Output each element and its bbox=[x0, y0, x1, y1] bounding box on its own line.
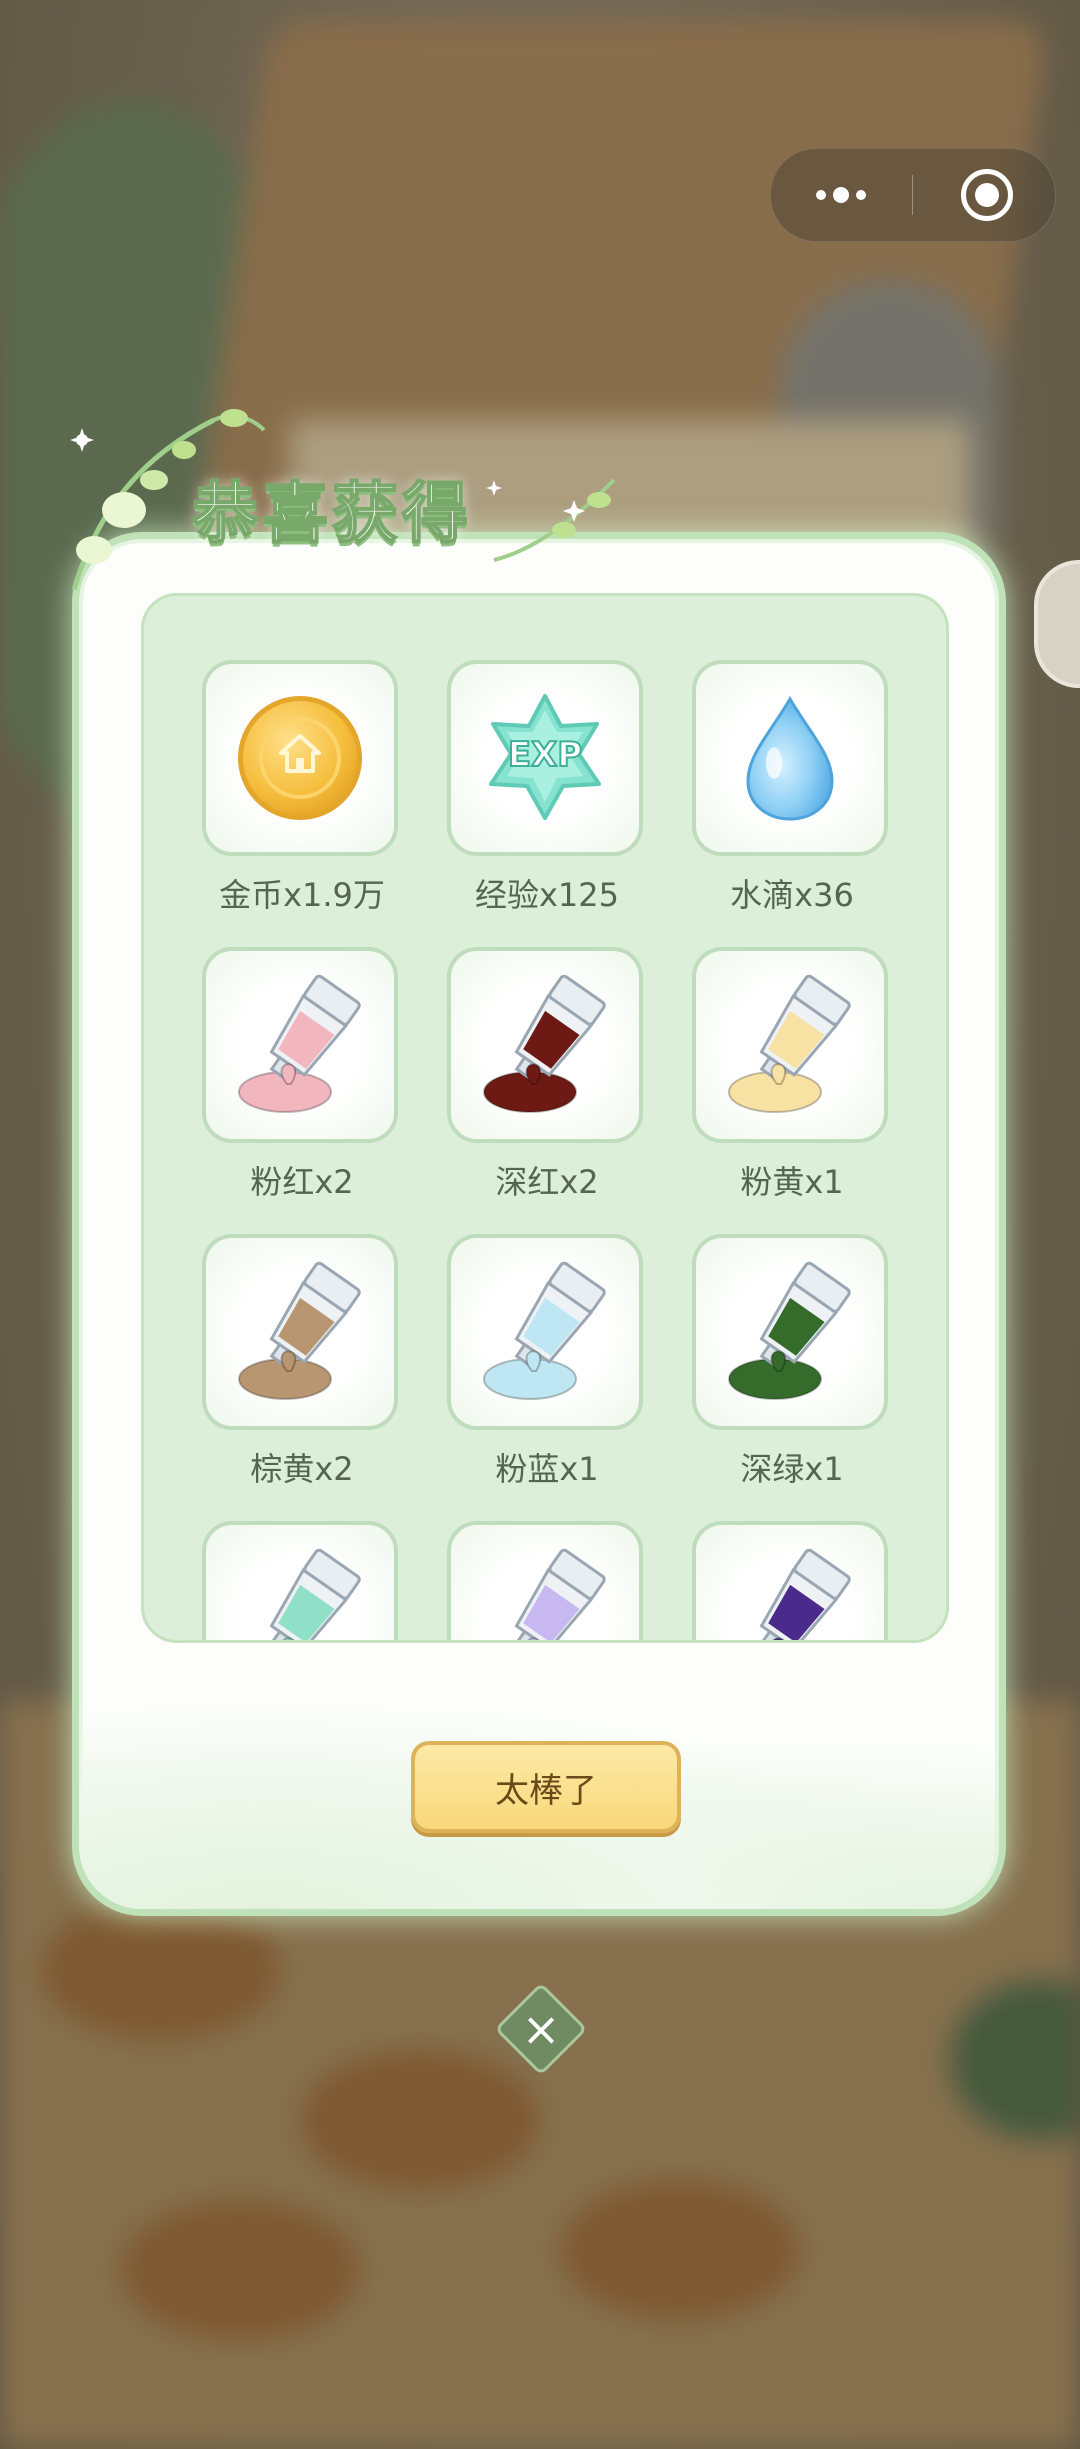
reward-label: 经验x125 bbox=[474, 876, 620, 914]
title-banner: 恭喜获得 bbox=[54, 400, 654, 600]
water-drop-icon bbox=[746, 696, 834, 821]
reward-item: 粉黄x1 bbox=[692, 947, 892, 1203]
exp-icon-text: EXP bbox=[508, 735, 582, 775]
paint-tube-icon bbox=[238, 974, 361, 1113]
reward-slot bbox=[202, 1234, 398, 1430]
reward-slot bbox=[202, 660, 398, 856]
reward-item bbox=[692, 1521, 892, 1640]
reward-label: 粉蓝x1 bbox=[495, 1450, 599, 1488]
reward-item: 深红x2 bbox=[447, 947, 647, 1203]
reward-item: 金币x1.9万 bbox=[202, 660, 402, 916]
reward-item: 棕黄x2 bbox=[202, 1234, 402, 1490]
reward-slot bbox=[692, 1234, 888, 1430]
reward-label: 水滴x36 bbox=[730, 876, 854, 914]
miniprogram-capsule bbox=[770, 148, 1056, 242]
more-menu-button[interactable] bbox=[771, 149, 911, 241]
reward-slot bbox=[202, 947, 398, 1143]
paint-tube-icon bbox=[514, 1548, 606, 1640]
reward-slot bbox=[447, 1234, 643, 1430]
exp-icon: EXP bbox=[489, 694, 601, 820]
more-dot-icon bbox=[833, 187, 849, 203]
reward-label: 深红x2 bbox=[495, 1163, 599, 1201]
paint-tube-icon bbox=[483, 1261, 606, 1400]
confirm-button[interactable]: 太棒了 bbox=[411, 1741, 681, 1833]
reward-item: 水滴x36 bbox=[692, 660, 892, 916]
reward-item bbox=[447, 1521, 647, 1640]
reward-item bbox=[202, 1521, 402, 1640]
reward-item: EXP 经验x125 bbox=[447, 660, 647, 916]
close-icon[interactable]: × bbox=[508, 1996, 574, 2062]
reward-slot bbox=[447, 947, 643, 1143]
reward-item: 粉蓝x1 bbox=[447, 1234, 647, 1490]
reward-slot: EXP bbox=[447, 660, 643, 856]
more-dot-icon bbox=[856, 190, 866, 200]
dialog-title: 恭喜获得 bbox=[191, 474, 472, 553]
reward-label: 金币x1.9万 bbox=[219, 876, 385, 914]
reward-list-panel[interactable]: 金币x1.9万 EXP 经验x125 水滴x36 粉红x2 深红x2 粉黄x1 棕黄x2 粉蓝x… bbox=[141, 593, 949, 1643]
coin-icon bbox=[238, 696, 362, 820]
reward-slot bbox=[202, 1521, 398, 1640]
paint-tube-icon bbox=[728, 1261, 851, 1400]
paint-tube-icon bbox=[728, 974, 851, 1113]
exit-miniprogram-icon[interactable] bbox=[961, 169, 1013, 221]
reward-item: 深绿x1 bbox=[692, 1234, 892, 1490]
capsule-divider bbox=[912, 175, 913, 215]
more-dot-icon bbox=[816, 190, 826, 200]
reward-slot bbox=[692, 1521, 888, 1640]
reward-slot bbox=[692, 660, 888, 856]
reward-label: 粉黄x1 bbox=[740, 1163, 844, 1201]
reward-dialog: 金币x1.9万 EXP 经验x125 水滴x36 粉红x2 深红x2 粉黄x1 棕黄x2 粉蓝x… bbox=[72, 532, 1006, 1916]
paint-tube-icon bbox=[483, 974, 606, 1113]
reward-label: 深绿x1 bbox=[740, 1450, 844, 1488]
reward-item: 粉红x2 bbox=[202, 947, 402, 1203]
reward-slot bbox=[447, 1521, 643, 1640]
paint-tube-icon bbox=[759, 1548, 851, 1640]
paint-tube-icon bbox=[269, 1548, 361, 1640]
reward-slot bbox=[692, 947, 888, 1143]
reward-label: 粉红x2 bbox=[250, 1163, 354, 1201]
reward-label: 棕黄x2 bbox=[250, 1450, 354, 1488]
paint-tube-icon bbox=[238, 1261, 361, 1400]
